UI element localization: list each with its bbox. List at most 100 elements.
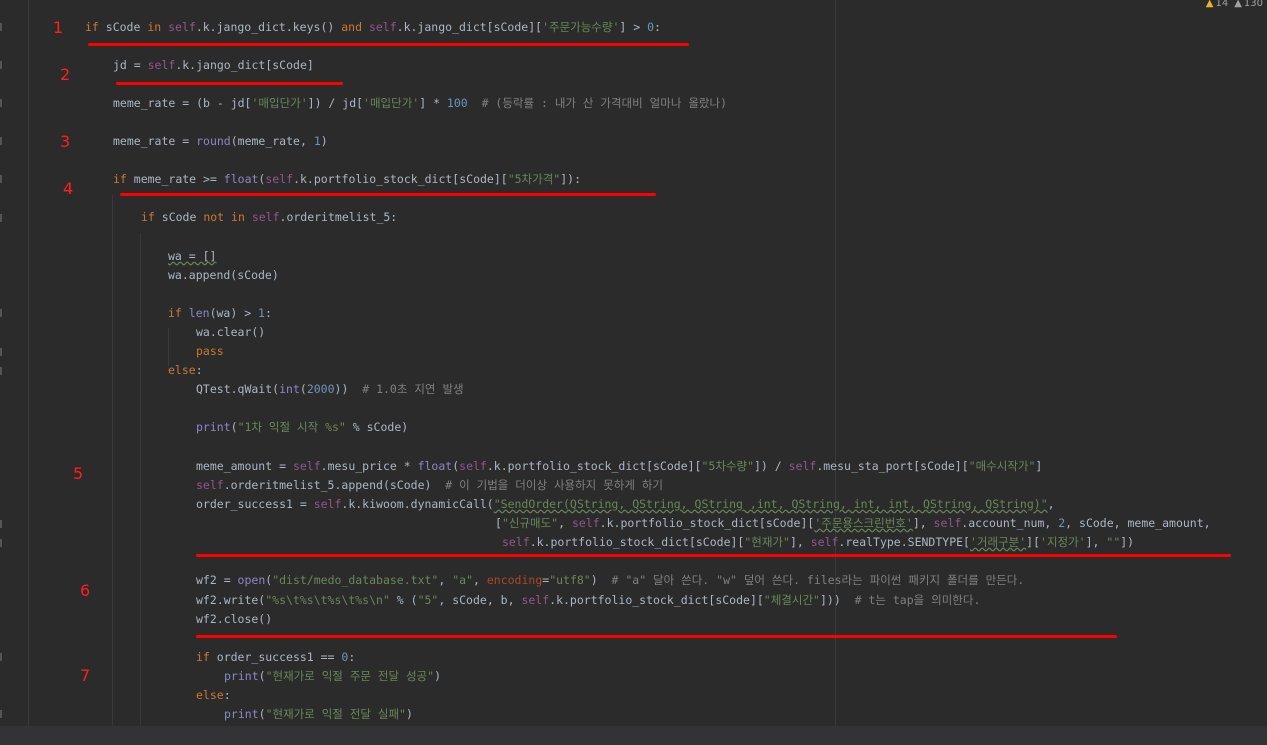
code-line[interactable]: if order_success1 == 0: xyxy=(196,650,355,665)
warnings-count: 14 xyxy=(1215,0,1229,9)
indent-guide xyxy=(112,195,113,725)
code-token: "현재가로 익절 전달 실패" xyxy=(265,707,406,721)
code-line[interactable]: ["신규매도", self.k.portfolio_stock_dict[sCo… xyxy=(495,516,1211,531)
code-line[interactable]: print("1차 익절 시작 %s" % sCode) xyxy=(196,420,408,435)
code-token: "체결시간" xyxy=(763,593,820,607)
code-token: "5차가격" xyxy=(507,172,561,186)
code-line[interactable]: wa.append(sCode) xyxy=(168,268,279,283)
code-token: ], xyxy=(789,535,811,549)
code-token: ]) / jd[ xyxy=(307,96,364,110)
code-token: self xyxy=(521,593,550,607)
code-line[interactable]: wf2.write("%s\t%s\t%s\t%s\n" % ("5", sCo… xyxy=(196,593,980,608)
code-token: self xyxy=(147,58,176,72)
gutter-marker[interactable] xyxy=(0,99,2,107)
code-line[interactable]: wa.clear() xyxy=(196,325,265,340)
code-token: self xyxy=(265,172,294,186)
code-line[interactable]: self.k.portfolio_stock_dict[sCode]["현재가"… xyxy=(502,535,1134,550)
code-line[interactable]: else: xyxy=(196,688,231,703)
red-annotation-underline xyxy=(116,82,343,85)
code-line[interactable]: meme_rate = round(meme_rate, 1) xyxy=(113,134,328,149)
code-token: : xyxy=(654,20,661,34)
code-token: ( xyxy=(299,382,307,396)
code-token: : xyxy=(348,650,356,664)
code-token: wa.clear() xyxy=(196,325,266,339)
code-token: (wa) > xyxy=(209,306,259,320)
gutter-marker[interactable] xyxy=(0,710,2,718)
code-token: .realType.SENDTYPE[ xyxy=(838,535,970,549)
gutter-marker[interactable] xyxy=(0,175,2,183)
code-token: .k.portfolio_stock_dict[sCode][ xyxy=(529,535,745,549)
code-line[interactable]: self.orderitmelist_5.append(sCode) # 이 기… xyxy=(196,478,663,493)
inspection-widget[interactable]: ▲ 14 ▲ 130 xyxy=(1206,0,1263,9)
code-token: '매입단가' xyxy=(363,96,420,110)
code-token: self xyxy=(168,20,196,34)
code-token: if xyxy=(196,650,210,664)
code-line[interactable]: wa = [] xyxy=(168,249,216,264)
code-token: .k.jango_dict.keys() xyxy=(195,20,342,34)
code-line[interactable]: meme_rate = (b - jd['매입단가']) / jd['매입단가'… xyxy=(113,96,727,111)
gutter-marker[interactable] xyxy=(0,61,2,69)
code-token: ) xyxy=(590,573,612,587)
gutter-marker[interactable] xyxy=(0,214,2,222)
code-token: pass xyxy=(196,344,224,358)
gutter-marker[interactable] xyxy=(0,653,2,661)
code-token: print xyxy=(196,420,231,434)
gutter-marker[interactable] xyxy=(0,520,2,528)
code-token: "utf8" xyxy=(549,573,591,587)
gutter-marker[interactable] xyxy=(0,367,2,375)
code-token: self xyxy=(502,535,530,549)
code-token: , xyxy=(438,573,453,587)
gutter-marker[interactable] xyxy=(0,348,2,356)
code-token: ( xyxy=(230,420,238,434)
code-token: self xyxy=(368,20,397,34)
code-line[interactable]: pass xyxy=(196,344,224,359)
code-token: print xyxy=(224,669,259,683)
warning-triangle-icon: ▲ xyxy=(1205,0,1214,9)
code-line[interactable]: QTest.qWait(int(2000)) # 1.0초 지연 발생 xyxy=(196,382,464,397)
gutter-marker[interactable] xyxy=(0,137,2,145)
code-token: ]): xyxy=(560,172,581,186)
code-token: order_success1 == xyxy=(209,650,342,664)
code-token: : xyxy=(264,306,272,320)
code-token: meme_rate = (b - jd[ xyxy=(113,96,252,110)
code-token: self xyxy=(933,516,962,530)
code-comment: # t는 tap을 의미한다. xyxy=(854,593,981,607)
code-token: '주문가능수량' xyxy=(542,20,620,34)
code-token: 100 xyxy=(446,96,468,110)
weak-warnings-indicator[interactable]: ▲ 130 xyxy=(1234,0,1263,9)
gutter-marker[interactable] xyxy=(0,23,2,31)
code-line[interactable]: wf2.close() xyxy=(196,612,272,627)
code-token: "1차 익절 시작 %s" xyxy=(237,420,346,434)
code-token: '지정가' xyxy=(1040,535,1086,549)
annotation-number: 2 xyxy=(60,65,71,84)
code-line[interactable]: if len(wa) > 1: xyxy=(168,306,272,321)
code-comment: # "a" 달아 쓴다. "w" 덮어 쓴다. files라는 파이썬 패키지 … xyxy=(611,573,1025,587)
code-line[interactable]: if sCode in self.k.jango_dict.keys() and… xyxy=(85,20,661,35)
code-token: ( xyxy=(258,669,266,683)
code-line[interactable]: print("현재가로 익절 전달 실패") xyxy=(224,707,413,722)
warnings-indicator[interactable]: ▲ 14 xyxy=(1206,0,1228,9)
code-line[interactable]: wf2 = open("dist/medo_database.txt", "a"… xyxy=(196,573,1024,588)
code-token: .k.portfolio_stock_dict[sCode][ xyxy=(599,516,815,530)
code-token: round xyxy=(196,134,231,148)
gutter-marker[interactable] xyxy=(0,539,2,547)
code-token: ] > xyxy=(619,20,648,34)
code-line[interactable]: else: xyxy=(168,363,203,378)
code-token: order_success1 = xyxy=(196,497,314,511)
code-token: '매입단가' xyxy=(251,96,308,110)
gutter-marker[interactable] xyxy=(0,309,2,317)
code-line[interactable]: if meme_rate >= float(self.k.portfolio_s… xyxy=(113,172,581,187)
code-line[interactable]: print("현재가로 익절 주문 전달 성공") xyxy=(224,669,441,684)
code-token: ]) xyxy=(1120,535,1135,549)
indent-guide xyxy=(140,233,141,725)
code-line[interactable]: if sCode not in self.orderitmelist_5: xyxy=(141,210,397,225)
code-line[interactable]: meme_amount = self.mesu_price * float(se… xyxy=(196,459,1042,474)
code-line[interactable]: jd = self.k.jango_dict[sCode] xyxy=(113,58,314,73)
code-line[interactable]: order_success1 = self.k.kiwoom.dynamicCa… xyxy=(196,497,1055,512)
code-token: open xyxy=(237,573,266,587)
code-token: , sCode, meme_amount, xyxy=(1065,516,1211,530)
annotation-number: 6 xyxy=(80,581,91,600)
code-token: .account_num, xyxy=(961,516,1059,530)
